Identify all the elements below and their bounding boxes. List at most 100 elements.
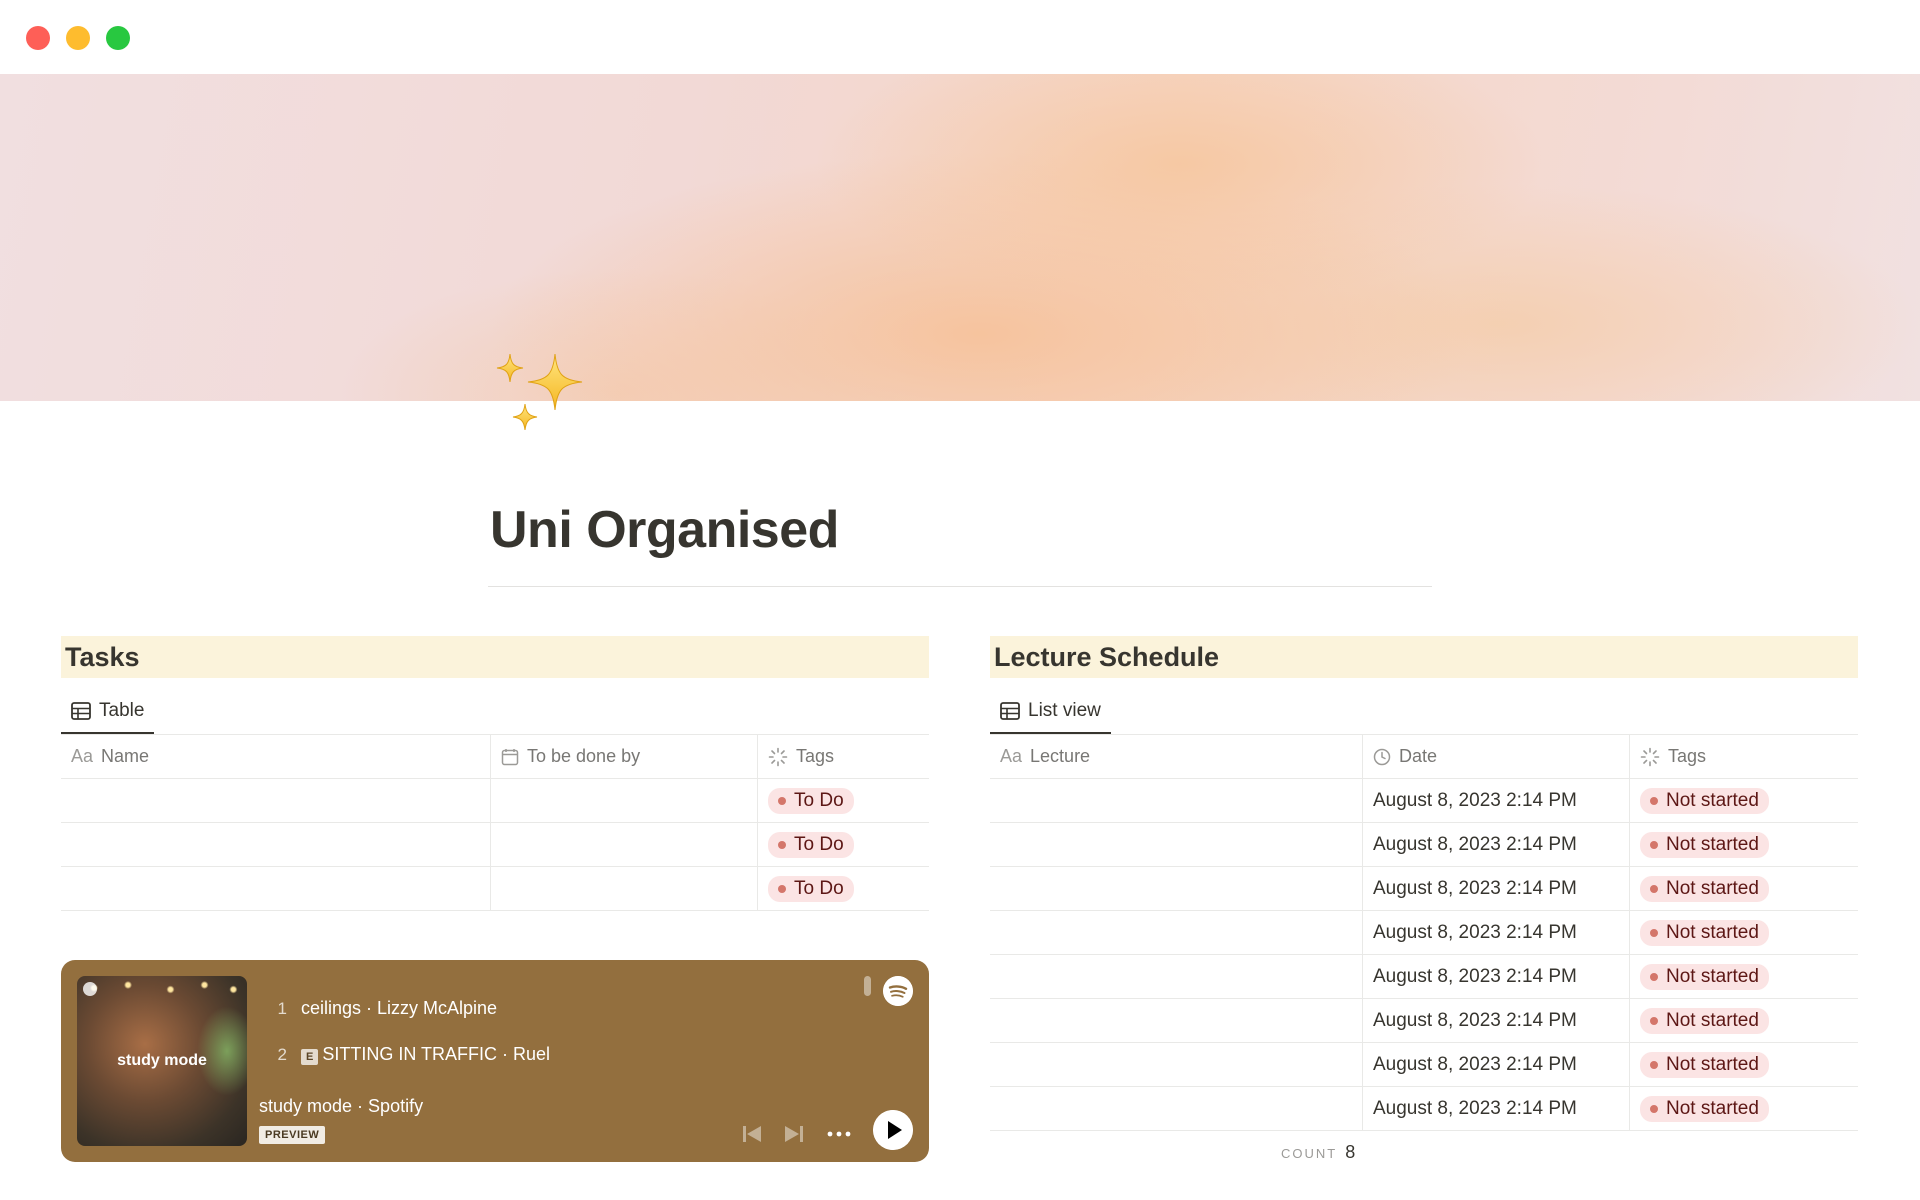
task-tags-cell[interactable]: To Do	[758, 823, 929, 866]
table-row[interactable]: August 8, 2023 2:14 PM Not started	[990, 1043, 1858, 1087]
status-dot	[1650, 884, 1658, 893]
task-due-cell[interactable]	[491, 867, 758, 910]
table-row[interactable]: August 8, 2023 2:14 PM Not started	[990, 1087, 1858, 1131]
lecture-name-cell[interactable]	[990, 911, 1363, 954]
column-header-tags[interactable]: Tags	[758, 735, 929, 778]
lecture-date-cell[interactable]: August 8, 2023 2:14 PM	[1363, 1043, 1630, 1086]
lecture-date-cell[interactable]: August 8, 2023 2:14 PM	[1363, 867, 1630, 910]
task-name-cell[interactable]	[61, 779, 491, 822]
tasks-heading: Tasks	[61, 636, 929, 678]
tasks-table: Aa Name To be done by Tags To Do To Do T…	[61, 734, 929, 911]
status-tag-label: Not started	[1666, 1097, 1759, 1119]
lecture-schedule-heading-label: Lecture Schedule	[994, 642, 1220, 672]
skip-next-icon[interactable]	[783, 1124, 805, 1144]
track-row[interactable]: 1 ceilings · Lizzy McAlpine	[273, 998, 498, 1019]
lecture-date-cell[interactable]: August 8, 2023 2:14 PM	[1363, 779, 1630, 822]
scrollbar[interactable]	[864, 976, 871, 996]
table-header-row: Aa Lecture Date Tags	[990, 735, 1858, 779]
table-icon	[1000, 702, 1020, 720]
column-header-name[interactable]: Aa Name	[61, 735, 491, 778]
lecture-name-cell[interactable]	[990, 999, 1363, 1042]
status-tag: Not started	[1640, 1007, 1769, 1034]
play-button-icon[interactable]	[873, 1110, 913, 1150]
lecture-date-cell[interactable]: August 8, 2023 2:14 PM	[1363, 823, 1630, 866]
task-due-cell[interactable]	[491, 823, 758, 866]
status-dot	[1650, 928, 1658, 937]
status-dot	[1650, 972, 1658, 981]
more-options-icon[interactable]	[827, 1130, 851, 1138]
lecture-name-cell[interactable]	[990, 1087, 1363, 1130]
page-cover-image	[0, 74, 1920, 401]
status-tag: Not started	[1640, 787, 1769, 814]
table-row[interactable]: August 8, 2023 2:14 PM Not started	[990, 999, 1858, 1043]
clock-icon	[1373, 748, 1391, 765]
table-row[interactable]: August 8, 2023 2:14 PM Not started	[990, 823, 1858, 867]
lecture-tags-cell[interactable]: Not started	[1630, 999, 1858, 1042]
column-header-due[interactable]: To be done by	[491, 735, 758, 778]
lecture-tags-cell[interactable]: Not started	[1630, 1087, 1858, 1130]
task-due-cell[interactable]	[491, 779, 758, 822]
task-name-cell[interactable]	[61, 823, 491, 866]
lecture-tags-cell[interactable]: Not started	[1630, 911, 1858, 954]
lecture-name-cell[interactable]	[990, 779, 1363, 822]
column-header-date[interactable]: Date	[1363, 735, 1630, 778]
lecture-date-cell[interactable]: August 8, 2023 2:14 PM	[1363, 911, 1630, 954]
lecture-name-cell[interactable]	[990, 955, 1363, 998]
lectures-view-tab-list[interactable]: List view	[990, 690, 1111, 734]
table-row[interactable]: August 8, 2023 2:14 PM Not started	[990, 955, 1858, 999]
minimize-window-button[interactable]	[66, 26, 90, 50]
table-row[interactable]: August 8, 2023 2:14 PM Not started	[990, 867, 1858, 911]
table-row[interactable]: To Do	[61, 779, 929, 823]
table-row[interactable]: August 8, 2023 2:14 PM Not started	[990, 911, 1858, 955]
spotify-logo-icon[interactable]	[883, 976, 913, 1006]
lecture-tags-cell[interactable]: Not started	[1630, 867, 1858, 910]
skip-previous-icon[interactable]	[741, 1124, 763, 1144]
tasks-view-tab-table[interactable]: Table	[61, 690, 155, 734]
lecture-tags-cell[interactable]: Not started	[1630, 955, 1858, 998]
table-row[interactable]: To Do	[61, 867, 929, 911]
task-tags-cell[interactable]: To Do	[758, 867, 929, 910]
lecture-name-cell[interactable]	[990, 1043, 1363, 1086]
lecture-date-cell[interactable]: August 8, 2023 2:14 PM	[1363, 1087, 1630, 1130]
lecture-name-cell[interactable]	[990, 823, 1363, 866]
track-number: 2	[277, 1044, 287, 1064]
column-header-lecture[interactable]: Aa Lecture	[990, 735, 1363, 778]
status-dot	[1650, 1016, 1658, 1025]
text-property-icon: Aa	[71, 746, 94, 766]
maximize-window-button[interactable]	[106, 26, 130, 50]
lecture-name-cell[interactable]	[990, 867, 1363, 910]
playlist-title[interactable]: study mode · Spotify	[259, 1096, 423, 1117]
column-header-label: To be done by	[527, 746, 641, 766]
lecture-tags-cell[interactable]: Not started	[1630, 779, 1858, 822]
task-name-cell[interactable]	[61, 867, 491, 910]
status-tag-label: Not started	[1666, 789, 1759, 811]
spotify-embed[interactable]: study mode 1 ceilings · Lizzy McAlpine 2…	[61, 960, 929, 1162]
lecture-schedule-heading: Lecture Schedule	[990, 636, 1858, 678]
close-window-button[interactable]	[26, 26, 50, 50]
status-tag: Not started	[1640, 1051, 1769, 1078]
table-row[interactable]: To Do	[61, 823, 929, 867]
divider	[488, 586, 1432, 587]
task-tags-cell[interactable]: To Do	[758, 779, 929, 822]
row-count[interactable]: COUNT 8	[1281, 1142, 1355, 1163]
lecture-date-cell[interactable]: August 8, 2023 2:14 PM	[1363, 999, 1630, 1042]
page-title[interactable]: Uni Organised	[490, 500, 839, 560]
playlist-cover-art[interactable]: study mode	[77, 976, 247, 1146]
column-header-tags[interactable]: Tags	[1630, 735, 1858, 778]
column-header-label: Date	[1399, 746, 1438, 766]
lectures-view-label: List view	[1028, 700, 1101, 721]
status-tag-label: Not started	[1666, 965, 1759, 987]
lecture-tags-cell[interactable]: Not started	[1630, 823, 1858, 866]
status-dot	[778, 884, 786, 893]
status-dot	[778, 796, 786, 805]
fairy-lights	[77, 976, 247, 1006]
status-tag-label: Not started	[1666, 1009, 1759, 1031]
window-titlebar	[0, 0, 1920, 74]
column-header-label: Tags	[1668, 746, 1707, 766]
track-row[interactable]: 2 E SITTING IN TRAFFIC · Ruel	[273, 1044, 550, 1065]
column-header-label: Lecture	[1030, 746, 1091, 766]
table-row[interactable]: August 8, 2023 2:14 PM Not started	[990, 779, 1858, 823]
lecture-tags-cell[interactable]: Not started	[1630, 1043, 1858, 1086]
sparkles-icon[interactable]	[490, 350, 600, 450]
lecture-date-cell[interactable]: August 8, 2023 2:14 PM	[1363, 955, 1630, 998]
